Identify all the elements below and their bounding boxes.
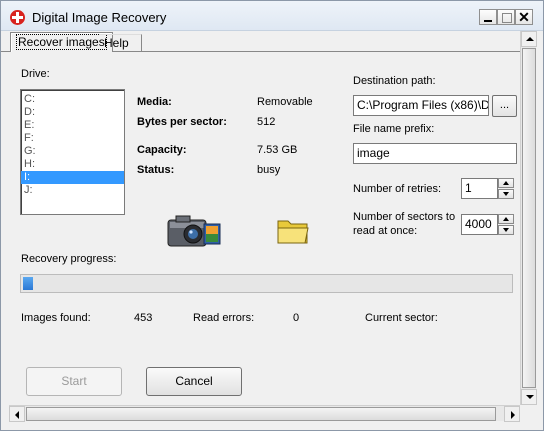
app-window: Digital Image Recovery ✕ Recover images … bbox=[0, 0, 544, 431]
media-label: Media: bbox=[137, 96, 172, 108]
close-button[interactable]: ✕ bbox=[515, 9, 533, 25]
recovery-progress-bar bbox=[20, 274, 513, 293]
scroll-right-button[interactable] bbox=[504, 406, 520, 422]
drive-list[interactable]: C: D: E: F: G: H: I: J: bbox=[20, 89, 125, 215]
cancel-button[interactable]: Cancel bbox=[146, 367, 242, 396]
prefix-label: File name prefix: bbox=[353, 123, 435, 135]
vertical-scroll-thumb[interactable] bbox=[522, 48, 536, 388]
arrow-left-icon bbox=[15, 411, 19, 419]
media-value: Removable bbox=[257, 96, 313, 108]
folder-icon[interactable] bbox=[275, 215, 311, 247]
sectors-label-line2: read at once: bbox=[353, 225, 418, 237]
capacity-label: Capacity: bbox=[137, 144, 187, 156]
sectors-input[interactable]: 4000 bbox=[461, 214, 498, 235]
status-label: Status: bbox=[137, 164, 175, 176]
drive-item-selected[interactable]: I: bbox=[21, 171, 124, 184]
drive-item[interactable]: F: bbox=[21, 132, 124, 145]
spin-down-icon[interactable] bbox=[498, 225, 514, 235]
size-grip[interactable] bbox=[521, 405, 536, 421]
start-button[interactable]: Start bbox=[26, 367, 122, 396]
arrow-up-icon bbox=[526, 37, 534, 41]
status-value: busy bbox=[257, 164, 281, 176]
camera-icon[interactable] bbox=[166, 214, 221, 248]
images-found-label: Images found: bbox=[21, 312, 91, 324]
arrow-right-icon bbox=[511, 411, 515, 419]
spin-up-icon[interactable] bbox=[498, 214, 514, 224]
drive-item[interactable]: D: bbox=[21, 106, 124, 119]
arrow-down-icon bbox=[526, 395, 534, 399]
vertical-scrollbar[interactable] bbox=[520, 31, 537, 405]
close-icon: ✕ bbox=[518, 9, 530, 25]
spin-up-icon[interactable] bbox=[498, 178, 514, 188]
drive-item[interactable]: J: bbox=[21, 184, 124, 197]
drive-item[interactable]: G: bbox=[21, 145, 124, 158]
spin-down-icon[interactable] bbox=[498, 189, 514, 199]
scroll-left-button[interactable] bbox=[9, 406, 25, 422]
retries-label: Number of retries: bbox=[353, 183, 442, 195]
capacity-value: 7.53 GB bbox=[257, 144, 298, 156]
window-title: Digital Image Recovery bbox=[32, 10, 167, 25]
destination-label: Destination path: bbox=[353, 75, 436, 87]
browse-button[interactable]: ... bbox=[492, 95, 517, 117]
bytes-per-sector-label: Bytes per sector: bbox=[137, 116, 227, 128]
retries-input[interactable]: 1 bbox=[461, 178, 498, 199]
current-sector-label: Current sector: bbox=[365, 312, 438, 324]
drive-label: Drive: bbox=[21, 68, 50, 80]
progress-label: Recovery progress: bbox=[21, 253, 117, 265]
retries-spinner[interactable] bbox=[498, 178, 514, 199]
file-name-prefix-input[interactable]: image bbox=[353, 143, 517, 164]
read-errors-value: 0 bbox=[293, 312, 300, 324]
red-cross-icon bbox=[10, 10, 25, 25]
scroll-up-button[interactable] bbox=[521, 31, 537, 47]
progress-fill bbox=[23, 277, 33, 290]
drive-item[interactable]: C: bbox=[21, 93, 124, 106]
sectors-label-line1: Number of sectors to bbox=[353, 211, 456, 223]
images-found-value: 453 bbox=[134, 312, 153, 324]
scroll-down-button[interactable] bbox=[521, 389, 537, 405]
horizontal-scrollbar[interactable] bbox=[9, 405, 520, 422]
sectors-spinner[interactable] bbox=[498, 214, 514, 235]
destination-path-input[interactable]: C:\Program Files (x86)\Digit bbox=[353, 95, 489, 116]
horizontal-scroll-thumb[interactable] bbox=[26, 407, 496, 421]
drive-item[interactable]: H: bbox=[21, 158, 124, 171]
bytes-per-sector-value: 512 bbox=[257, 116, 276, 128]
tab-recover-images[interactable]: Recover images bbox=[10, 32, 113, 52]
read-errors-label: Read errors: bbox=[193, 312, 255, 324]
drive-item[interactable]: E: bbox=[21, 119, 124, 132]
minimize-button[interactable] bbox=[479, 9, 497, 25]
title-bar[interactable]: Digital Image Recovery ✕ bbox=[1, 1, 543, 31]
tab-label: Recover images bbox=[16, 34, 107, 50]
maximize-button[interactable] bbox=[497, 9, 515, 25]
tab-help[interactable]: Help bbox=[99, 34, 142, 52]
